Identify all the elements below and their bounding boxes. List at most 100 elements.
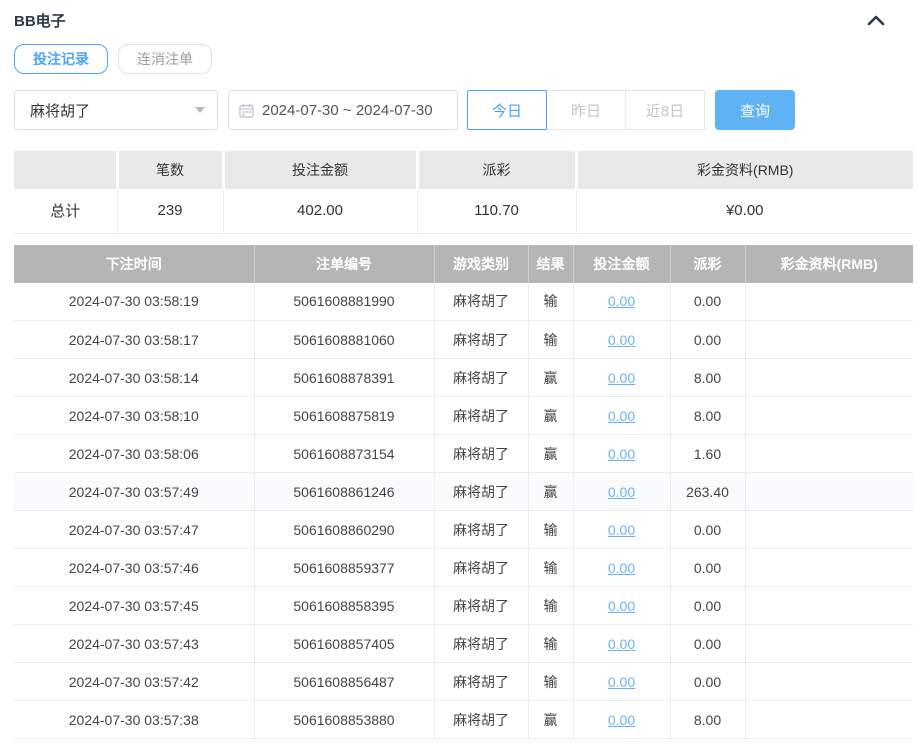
summary-total-label: 总计 bbox=[14, 189, 118, 234]
chevron-down-icon bbox=[195, 107, 205, 113]
yesterday-button[interactable]: 昨日 bbox=[546, 90, 626, 130]
calendar-icon bbox=[239, 103, 254, 118]
bet-amount-link[interactable]: 0.00 bbox=[608, 332, 635, 348]
bet-table-body: 2024-07-30 03:58:19 5061608881990 麻将胡了 输… bbox=[14, 282, 913, 739]
cell-bet-amount: 0.00 bbox=[572, 396, 671, 435]
cell-result: 输 bbox=[527, 586, 574, 625]
bet-amount-link[interactable]: 0.00 bbox=[608, 712, 635, 728]
today-button[interactable]: 今日 bbox=[467, 90, 547, 130]
cell-order-number: 5061608878391 bbox=[253, 358, 435, 397]
summary-header-bet-amount: 投注金额 bbox=[221, 151, 417, 189]
cell-bet-time: 2024-07-30 03:57:47 bbox=[14, 510, 255, 549]
summary-table: 笔数 投注金额 派彩 彩金资料(RMB) 总计 239 402.00 110.7… bbox=[14, 151, 913, 234]
cell-order-number: 5061608858395 bbox=[253, 586, 435, 625]
tabs: 投注记录 连消注单 bbox=[14, 44, 913, 74]
cell-payout: 0.00 bbox=[669, 586, 746, 625]
chevron-up-icon bbox=[867, 15, 885, 25]
cell-bet-amount: 0.00 bbox=[572, 282, 671, 321]
cell-jackpot bbox=[744, 358, 913, 397]
game-select-value: 麻将胡了 bbox=[30, 102, 91, 120]
cell-jackpot bbox=[744, 472, 913, 511]
cell-bet-time: 2024-07-30 03:57:49 bbox=[14, 472, 255, 511]
summary-header-row: 笔数 投注金额 派彩 彩金资料(RMB) bbox=[14, 151, 913, 189]
table-row: 2024-07-30 03:57:45 5061608858395 麻将胡了 输… bbox=[14, 586, 913, 625]
cell-bet-time: 2024-07-30 03:57:38 bbox=[14, 700, 255, 739]
cell-bet-amount: 0.00 bbox=[572, 586, 671, 625]
bet-table-header-row: 下注时间 注单编号 游戏类别 结果 投注金额 派彩 彩金资料(RMB) bbox=[14, 244, 913, 283]
cell-bet-amount: 0.00 bbox=[572, 358, 671, 397]
cell-order-number: 5061608873154 bbox=[253, 434, 435, 473]
bet-amount-link[interactable]: 0.00 bbox=[608, 446, 635, 462]
cell-bet-time: 2024-07-30 03:57:43 bbox=[14, 624, 255, 663]
bet-amount-link[interactable]: 0.00 bbox=[608, 408, 635, 424]
cell-payout: 0.00 bbox=[669, 282, 746, 321]
table-row: 2024-07-30 03:58:17 5061608881060 麻将胡了 输… bbox=[14, 320, 913, 359]
cell-result: 赢 bbox=[527, 396, 574, 435]
bet-amount-link[interactable]: 0.00 bbox=[608, 293, 635, 309]
cell-game-type: 麻将胡了 bbox=[433, 320, 529, 359]
cell-payout: 0.00 bbox=[669, 548, 746, 587]
cell-order-number: 5061608860290 bbox=[253, 510, 435, 549]
header-jackpot: 彩金资料(RMB) bbox=[744, 244, 913, 283]
cell-payout: 1.60 bbox=[669, 434, 746, 473]
bet-amount-link[interactable]: 0.00 bbox=[608, 560, 635, 576]
collapse-button[interactable] bbox=[863, 11, 889, 30]
bet-amount-link[interactable]: 0.00 bbox=[608, 674, 635, 690]
table-row: 2024-07-30 03:58:19 5061608881990 麻将胡了 输… bbox=[14, 282, 913, 321]
cell-jackpot bbox=[744, 434, 913, 473]
table-row: 2024-07-30 03:57:38 5061608853880 麻将胡了 赢… bbox=[14, 700, 913, 739]
cell-bet-amount: 0.00 bbox=[572, 548, 671, 587]
bet-amount-link[interactable]: 0.00 bbox=[608, 636, 635, 652]
cell-game-type: 麻将胡了 bbox=[433, 662, 529, 701]
table-row: 2024-07-30 03:57:46 5061608859377 麻将胡了 输… bbox=[14, 548, 913, 587]
cell-payout: 263.40 bbox=[669, 472, 746, 511]
cell-game-type: 麻将胡了 bbox=[433, 434, 529, 473]
cell-order-number: 5061608859377 bbox=[253, 548, 435, 587]
cell-order-number: 5061608881060 bbox=[253, 320, 435, 359]
table-row: 2024-07-30 03:58:06 5061608873154 麻将胡了 赢… bbox=[14, 434, 913, 473]
cell-order-number: 5061608853880 bbox=[253, 700, 435, 739]
cell-order-number: 5061608881990 bbox=[253, 282, 435, 321]
cell-game-type: 麻将胡了 bbox=[433, 548, 529, 587]
search-button[interactable]: 查询 bbox=[715, 90, 795, 130]
cell-jackpot bbox=[744, 624, 913, 663]
cell-game-type: 麻将胡了 bbox=[433, 624, 529, 663]
game-select[interactable]: 麻将胡了 bbox=[14, 90, 218, 130]
table-row: 2024-07-30 03:57:47 5061608860290 麻将胡了 输… bbox=[14, 510, 913, 549]
bet-amount-link[interactable]: 0.00 bbox=[608, 522, 635, 538]
header-order-number: 注单编号 bbox=[253, 244, 434, 283]
cell-payout: 8.00 bbox=[669, 358, 746, 397]
cell-bet-time: 2024-07-30 03:58:14 bbox=[14, 358, 255, 397]
cell-jackpot bbox=[744, 586, 913, 625]
table-row: 2024-07-30 03:57:42 5061608856487 麻将胡了 输… bbox=[14, 662, 913, 701]
cell-bet-time: 2024-07-30 03:57:42 bbox=[14, 662, 255, 701]
cell-result: 赢 bbox=[527, 434, 574, 473]
cell-result: 赢 bbox=[527, 700, 574, 739]
cell-bet-amount: 0.00 bbox=[572, 700, 671, 739]
cell-game-type: 麻将胡了 bbox=[433, 586, 529, 625]
filter-bar: 麻将胡了 2024-07-30 ~ 2024-07-30 今日 昨日 近8日 查… bbox=[14, 90, 913, 130]
cell-result: 赢 bbox=[527, 358, 574, 397]
cell-bet-amount: 0.00 bbox=[572, 472, 671, 511]
bb-electronic-panel: BB电子 投注记录 连消注单 麻将胡了 2024-07-30 ~ 2024-07… bbox=[0, 0, 917, 739]
last-8-days-button[interactable]: 近8日 bbox=[625, 90, 705, 130]
cell-order-number: 5061608857405 bbox=[253, 624, 435, 663]
summary-header-count: 笔数 bbox=[115, 151, 223, 189]
cell-bet-amount: 0.00 bbox=[572, 510, 671, 549]
bet-amount-link[interactable]: 0.00 bbox=[608, 370, 635, 386]
cell-game-type: 麻将胡了 bbox=[433, 472, 529, 511]
tab-bet-records[interactable]: 投注记录 bbox=[14, 44, 108, 74]
cell-jackpot bbox=[744, 548, 913, 587]
bet-amount-link[interactable]: 0.00 bbox=[608, 598, 635, 614]
bet-amount-link[interactable]: 0.00 bbox=[608, 484, 635, 500]
cell-game-type: 麻将胡了 bbox=[433, 510, 529, 549]
cell-payout: 8.00 bbox=[669, 700, 746, 739]
tab-cancelled-orders[interactable]: 连消注单 bbox=[118, 44, 212, 74]
cell-jackpot bbox=[744, 662, 913, 701]
table-row: 2024-07-30 03:58:14 5061608878391 麻将胡了 赢… bbox=[14, 358, 913, 397]
summary-total-row: 总计 239 402.00 110.70 ¥0.00 bbox=[14, 189, 913, 234]
cell-payout: 0.00 bbox=[669, 662, 746, 701]
cell-bet-time: 2024-07-30 03:57:45 bbox=[14, 586, 255, 625]
page-title: BB电子 bbox=[14, 12, 66, 30]
date-range-input[interactable]: 2024-07-30 ~ 2024-07-30 bbox=[228, 90, 458, 130]
